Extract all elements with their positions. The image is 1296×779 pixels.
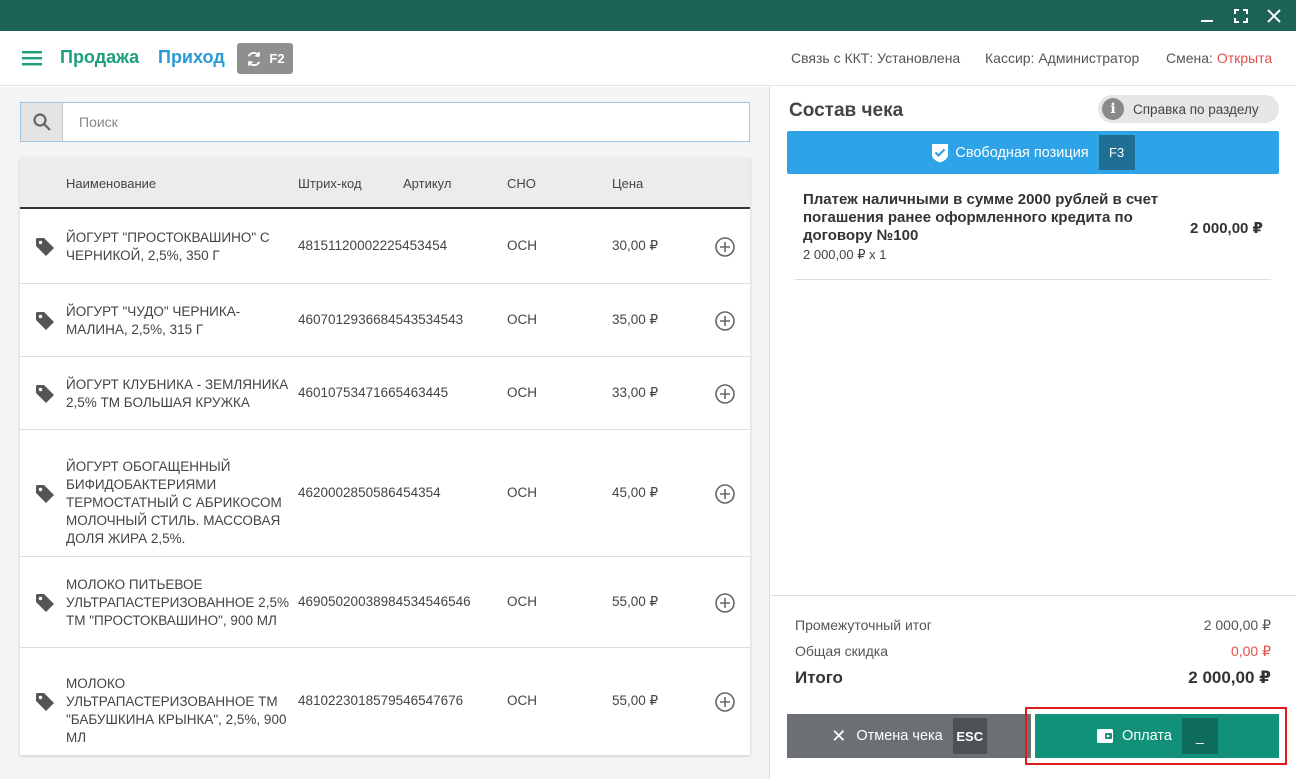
search-box — [20, 102, 750, 142]
table-row[interactable]: ЙОГУРТ "ЧУДО" ЧЕРНИКА-МАЛИНА, 2,5%, 315 … — [20, 284, 750, 357]
product-price: 35,00 ₽ — [612, 311, 659, 327]
product-barcode: 4815112000222545345​4 — [298, 238, 448, 253]
tag-icon — [36, 484, 54, 503]
tag-icon — [36, 384, 54, 403]
discount-label: Общая скидка — [795, 643, 889, 659]
add-icon[interactable] — [714, 236, 736, 258]
switch-mode-key: F2 — [269, 51, 285, 66]
cancel-receipt-label: Отмена чека — [856, 728, 943, 744]
discount-value: 0,00 ₽ — [1230, 643, 1271, 659]
close-icon: ✕ — [831, 725, 847, 746]
product-name: ЙОГУРТ "ПРОСТОКВАШИНО" С ЧЕРНИКОЙ, 2,5%,… — [66, 230, 270, 263]
product-barcode: 4601075347166546344​5 — [298, 384, 449, 400]
shield-check-icon — [932, 143, 949, 162]
search-icon — [32, 113, 51, 131]
search-input[interactable] — [63, 103, 749, 141]
table-header: Наименование Штрих-код Артикул СНО Цена — [20, 158, 750, 209]
cashier-status: Кассир: Администратор — [985, 50, 1140, 66]
product-sno: ОСН — [507, 384, 537, 400]
cancel-receipt-key: ESC — [952, 718, 987, 754]
add-icon[interactable] — [714, 691, 736, 713]
column-header-price[interactable]: Цена — [612, 176, 643, 191]
product-name: ЙОГУРТ КЛУБНИКА - ЗЕМЛЯНИКА 2,5% ТМ БОЛЬ… — [66, 376, 289, 410]
free-position-key: F3 — [1098, 135, 1135, 170]
receipt-item[interactable]: Платеж наличными в сумме 2000 рублей в с… — [795, 187, 1271, 280]
receipt-item-quantity: 2 000,00 ₽ x 1 — [803, 247, 887, 262]
product-sno: ОСН — [507, 311, 537, 327]
product-name: ЙОГУРТ "ЧУДО" ЧЕРНИКА-МАЛИНА, 2,5%, 315 … — [66, 303, 241, 337]
product-barcode: 462000285058645435​4 — [298, 484, 441, 500]
pay-button[interactable]: Оплата _ — [1035, 714, 1279, 758]
table-row[interactable]: МОЛОКО ПИТЬЕВОЕ УЛЬТРАПАСТЕРИЗОВАННОЕ 2,… — [20, 557, 750, 648]
minimize-icon[interactable] — [1196, 5, 1218, 27]
pay-label: Оплата — [1122, 728, 1172, 744]
tag-icon — [36, 311, 54, 330]
free-position-label: Свободная позиция — [955, 144, 1089, 161]
product-sno: ОСН — [507, 693, 537, 708]
help-button-label: Справка по разделу — [1133, 101, 1259, 117]
table-row[interactable]: ЙОГУРТ ОБОГАЩЕННЫЙ БИФИДОБАКТЕРИЯМИ ТЕРМ… — [20, 430, 750, 557]
info-icon: i — [1102, 98, 1124, 120]
shift-label: Смена: — [1166, 50, 1213, 66]
product-price: 55,00 ₽ — [612, 593, 659, 609]
product-barcode: 481022301857954654767​6 — [298, 693, 464, 708]
free-position-button[interactable]: Свободная позиция F3 — [787, 131, 1279, 174]
refresh-icon — [248, 51, 261, 66]
wallet-icon — [1097, 729, 1114, 743]
menu-icon[interactable] — [21, 48, 43, 68]
product-name: МОЛОКО УЛЬТРАПАСТЕРИЗОВАННОЕ ТМ "БАБУШКИ… — [66, 676, 287, 745]
add-icon[interactable] — [714, 592, 736, 614]
total-value: 2 000,00 ₽ — [1188, 668, 1271, 687]
subtotal-value: 2 000,00 ₽ — [1203, 617, 1271, 633]
column-header-sku[interactable]: Артикул — [403, 176, 451, 191]
product-price: 30,00 ₽ — [612, 238, 659, 253]
search-button[interactable] — [21, 103, 63, 141]
receipt-item-name: Платеж наличными в сумме 2000 рублей в с… — [803, 191, 1159, 244]
product-sno: ОСН — [507, 238, 537, 253]
add-icon[interactable] — [714, 310, 736, 332]
tag-icon — [36, 238, 54, 256]
switch-mode-button[interactable]: F2 — [237, 43, 293, 74]
column-header-barcode[interactable]: Штрих-код — [298, 176, 362, 191]
total-label: Итого — [795, 668, 843, 687]
close-icon[interactable] — [1263, 5, 1285, 27]
product-price: 33,00 ₽ — [612, 384, 659, 400]
tab-income[interactable]: Приход — [158, 47, 225, 68]
table-row[interactable]: ЙОГУРТ КЛУБНИКА - ЗЕМЛЯНИКА 2,5% ТМ БОЛЬ… — [20, 357, 750, 430]
product-sno: ОСН — [507, 484, 537, 500]
product-barcode: 460701293668454353454​3 — [298, 311, 464, 327]
table-row[interactable]: МОЛОКО УЛЬТРАПАСТЕРИЗОВАННОЕ ТМ "БАБУШКИ… — [20, 648, 750, 756]
kkt-status: Связь с ККТ: Установлена — [791, 50, 961, 66]
shift-value: Открыта — [1216, 50, 1273, 66]
tag-icon — [36, 593, 54, 612]
product-table: Наименование Штрих-код Артикул СНО Цена … — [20, 158, 750, 756]
column-header-name[interactable]: Наименование — [66, 176, 156, 191]
table-row[interactable]: ЙОГУРТ "ПРОСТОКВАШИНО" С ЧЕРНИКОЙ, 2,5%,… — [20, 210, 750, 284]
product-barcode: 469050200389845345465​46 — [298, 593, 471, 609]
product-sno: ОСН — [507, 593, 537, 609]
product-name: ЙОГУРТ ОБОГАЩЕННЫЙ БИФИДОБАКТЕРИЯМИ ТЕРМ… — [66, 458, 282, 546]
column-header-sno[interactable]: СНО — [507, 176, 536, 191]
pay-key: _ — [1181, 718, 1218, 754]
maximize-icon[interactable] — [1230, 5, 1252, 27]
subtotal-label: Промежуточный итог — [795, 617, 932, 633]
cancel-receipt-button[interactable]: ✕ Отмена чека ESC — [787, 714, 1031, 758]
help-button[interactable]: i Справка по разделу — [1098, 95, 1279, 123]
receipt-title: Состав чека — [789, 100, 904, 121]
tab-sale[interactable]: Продажа — [60, 47, 139, 68]
product-pane: Наименование Штрих-код Артикул СНО Цена … — [0, 87, 770, 779]
shift-status: Смена: Открыта — [1166, 50, 1272, 66]
top-bar: Продажа Приход F2 Связь с ККТ: Установле… — [0, 31, 1296, 86]
product-name: МОЛОКО ПИТЬЕВОЕ УЛЬТРАПАСТЕРИЗОВАННОЕ 2,… — [66, 576, 289, 628]
window-titlebar — [0, 0, 1296, 31]
add-icon[interactable] — [714, 383, 736, 405]
tag-icon — [36, 693, 54, 711]
receipt-totals: Промежуточный итог 2 000,00 ₽ Общая скид… — [771, 595, 1296, 779]
receipt-pane: Состав чека i Справка по разделу Свободн… — [771, 87, 1296, 779]
product-price: 45,00 ₽ — [612, 484, 659, 500]
product-price: 55,00 ₽ — [612, 693, 659, 708]
receipt-item-sum: 2 000,00 ₽ — [1190, 220, 1263, 237]
add-icon[interactable] — [714, 483, 736, 505]
